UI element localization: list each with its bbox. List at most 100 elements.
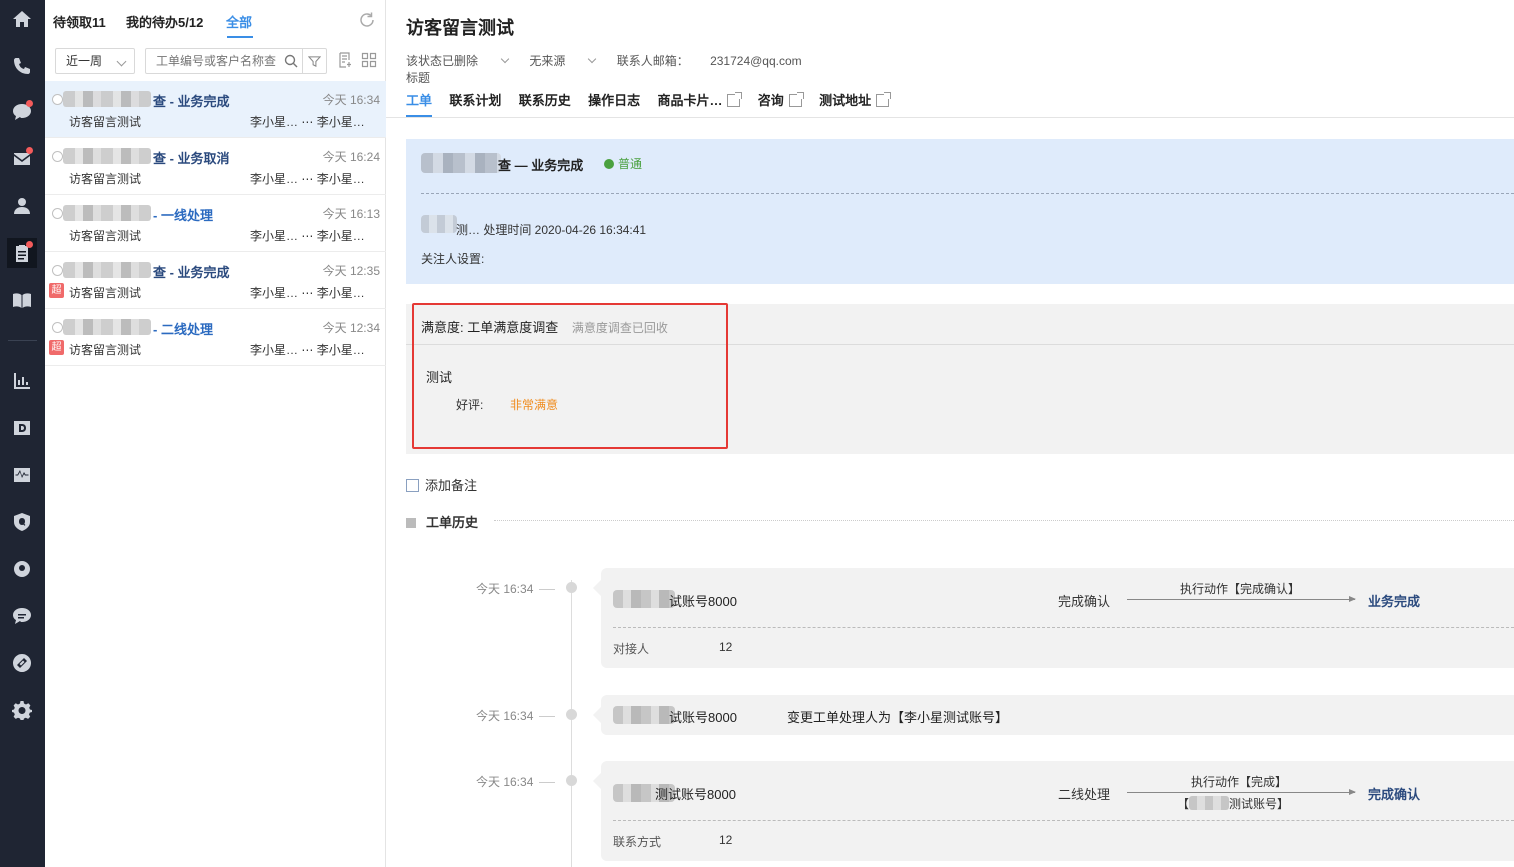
- followers-setting[interactable]: 关注人设置:: [421, 250, 484, 267]
- user-icon[interactable]: [7, 191, 37, 221]
- ticket-icon[interactable]: [7, 238, 37, 268]
- redacted-text: [63, 91, 151, 107]
- tab-label: 操作日志: [588, 93, 641, 108]
- timeline-connector: [539, 589, 556, 590]
- mail-icon[interactable]: [7, 144, 37, 174]
- field-value: 12: [719, 833, 733, 847]
- ticket-assignee: 李小星…: [250, 343, 299, 357]
- tab-pending[interactable]: 待领取11: [53, 12, 106, 31]
- history-time: 今天 16:34: [476, 580, 556, 597]
- history-time: 今天 16:34: [476, 707, 556, 724]
- add-note-button[interactable]: 添加备注: [406, 475, 477, 494]
- action-target-text: 测试账号】: [1229, 797, 1290, 811]
- bulb-icon[interactable]: [7, 554, 37, 584]
- history-entry: 试账号8000 完成确认 执行动作【完成确认】 业务完成 对接人 12: [593, 568, 1514, 668]
- tab-consult[interactable]: 咨询: [757, 90, 804, 117]
- ticket-time: 今天 16:24: [322, 150, 380, 164]
- ticket-meta: 该状态已删除 无来源 联系人邮箱： 231724@qq.com: [406, 52, 838, 69]
- notification-dot: [26, 147, 33, 154]
- period-select[interactable]: 近一周: [55, 48, 135, 74]
- timeline-dot: [566, 582, 577, 593]
- select-radio[interactable]: [52, 265, 63, 276]
- edit-icon: [406, 479, 419, 492]
- tabs-divider: [386, 117, 1514, 118]
- tab-product-card[interactable]: 商品卡片…: [657, 90, 743, 117]
- period-select-value: 近一周: [66, 54, 103, 68]
- search-icon[interactable]: [284, 54, 298, 68]
- status-select[interactable]: 该状态已删除: [406, 54, 510, 68]
- ticket-desc: 访客留言测试: [69, 343, 142, 357]
- external-link-icon: [727, 92, 743, 107]
- tab-label: 咨询: [757, 93, 784, 108]
- ticket-subtitle: 标题: [406, 71, 431, 85]
- ticket-desc: 访客留言测试: [69, 172, 142, 186]
- settings-icon[interactable]: [7, 695, 37, 725]
- list-filters: 近一周: [45, 48, 386, 76]
- tab-my-todo[interactable]: 我的待办5/12: [126, 12, 203, 31]
- select-radio[interactable]: [52, 208, 63, 219]
- source-select[interactable]: 无来源: [529, 54, 597, 68]
- ticket-list-item[interactable]: 查 - 业务取消 今天 16:24 访客留言测试 李小星… ⋯ 李小星…: [45, 138, 386, 195]
- export-list-icon[interactable]: [338, 52, 354, 68]
- chevron-down-icon: [500, 54, 510, 64]
- monitor-icon[interactable]: [7, 460, 37, 490]
- search-input[interactable]: [156, 49, 290, 73]
- history-time: 今天 16:34: [476, 773, 556, 790]
- notification-dot: [26, 100, 33, 107]
- filter-icon[interactable]: [302, 49, 326, 73]
- message-icon[interactable]: [7, 601, 37, 631]
- link-icon[interactable]: [7, 648, 37, 678]
- field-value: 12: [719, 640, 733, 654]
- timeline-axis: [571, 580, 572, 867]
- ticket-items: 查 - 业务完成 今天 16:34 访客留言测试 李小星… ⋯ 李小星… 查 -…: [45, 81, 386, 366]
- data-icon[interactable]: [7, 413, 37, 443]
- entry-divider: [613, 627, 1514, 628]
- transition-arrow-icon: [1127, 789, 1356, 795]
- rail-divider: [8, 340, 37, 341]
- book-icon[interactable]: [7, 285, 37, 315]
- ticket-assignee: 李小星…: [250, 286, 299, 300]
- ticket-time: 今天 12:35: [322, 264, 380, 278]
- ticket-title: 查 - 业务取消: [153, 151, 230, 166]
- ticket-list-item[interactable]: 查 - 业务完成 今天 16:34 访客留言测试 李小星… ⋯ 李小星…: [45, 81, 386, 138]
- chevron-down-icon: [588, 54, 597, 64]
- tab-all[interactable]: 全部: [226, 12, 252, 31]
- ticket-assignee: 李小星…: [250, 115, 299, 129]
- grid-view-icon[interactable]: [361, 52, 377, 68]
- redacted-text: [63, 319, 151, 335]
- tab-ticket[interactable]: 工单: [406, 90, 433, 117]
- ticket-list-item[interactable]: - 一线处理 今天 16:13 访客留言测试 李小星… ⋯ 李小星…: [45, 195, 386, 252]
- action-label: 执行动作【完成确认】: [1180, 582, 1301, 596]
- tab-operation-log[interactable]: 操作日志: [588, 90, 640, 117]
- stats-icon[interactable]: [7, 366, 37, 396]
- home-icon[interactable]: [7, 4, 37, 34]
- ticket-list-item[interactable]: 查 - 业务完成 今天 12:35 超 访客留言测试 李小星… ⋯ 李小星…: [45, 252, 386, 309]
- tab-label: 测试地址: [819, 93, 872, 108]
- quality-icon[interactable]: [7, 507, 37, 537]
- ticket-assignees: 李小星… ⋯ 李小星…: [250, 343, 365, 357]
- source-value: 无来源: [529, 54, 566, 68]
- phone-icon[interactable]: [7, 51, 37, 81]
- tab-label: 联系计划: [449, 93, 502, 108]
- redacted-text: [421, 215, 457, 233]
- ticket-handler: 李小星…: [316, 115, 365, 129]
- external-link-icon: [876, 92, 892, 107]
- tab-test-address[interactable]: 测试地址: [819, 90, 892, 117]
- tab-contact-plan[interactable]: 联系计划: [449, 90, 501, 117]
- tab-contact-history[interactable]: 联系历史: [519, 90, 571, 117]
- chat-icon[interactable]: [7, 97, 37, 127]
- field-label: 联系方式: [613, 835, 662, 849]
- ticket-desc: 访客留言测试: [69, 286, 142, 300]
- select-radio[interactable]: [52, 322, 63, 333]
- ticket-assignees: 李小星… ⋯ 李小星…: [250, 229, 365, 243]
- ticket-list-item[interactable]: - 二线处理 今天 12:34 超 访客留言测试 李小星… ⋯ 李小星…: [45, 309, 386, 366]
- ticket-handler: 李小星…: [316, 286, 365, 300]
- ticket-assignee: 李小星…: [250, 172, 299, 186]
- select-radio[interactable]: [52, 151, 63, 162]
- select-radio[interactable]: [52, 94, 63, 105]
- refresh-icon[interactable]: [358, 11, 376, 29]
- ticket-time: 今天 16:34: [322, 93, 380, 107]
- operator-name: 试账号8000: [669, 710, 737, 725]
- history-time-text: 今天 16:34: [476, 582, 534, 596]
- ticket-summary-card: 查 — 业务完成 普通 测… 处理时间 2020-04-26 16:34:41 …: [406, 139, 1514, 284]
